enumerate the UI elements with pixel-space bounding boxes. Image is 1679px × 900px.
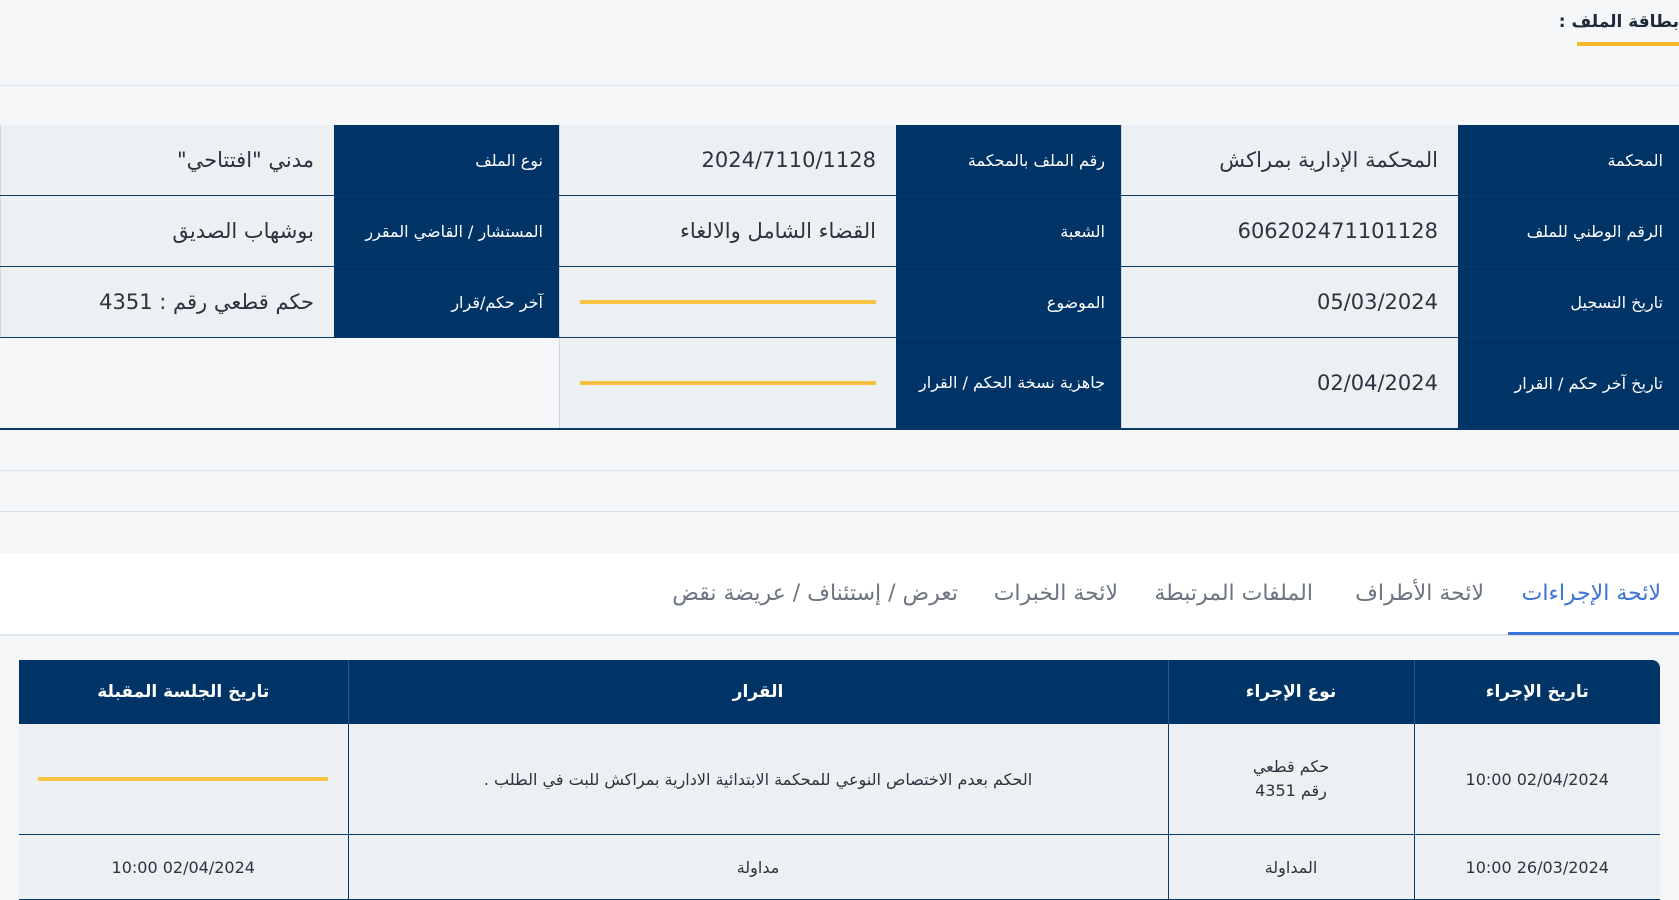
file-number-label: رقم الملف بالمحكمة: [896, 125, 1121, 195]
col-header-type[interactable]: نوع الإجراء: [1167, 660, 1414, 724]
info-row: تاريخ آخر حكم / القرار 02/04/2024 جاهزية…: [0, 338, 1679, 430]
procedure-next-session: 02/04/2024 10:00: [19, 834, 348, 900]
file-card-header: بطاقة الملف :: [0, 0, 1679, 86]
division-value: القضاء الشامل والالغاء: [559, 196, 896, 266]
copy-ready-value-empty: [559, 338, 896, 428]
file-info-grid: المحكمة المحكمة الإدارية بمراكش رقم المل…: [0, 125, 1679, 430]
procedure-date: 02/04/2024 10:00: [1413, 724, 1660, 835]
col-header-next-session[interactable]: تاريخ الجلسة المقبلة: [19, 660, 348, 724]
info-row: تاريخ التسجيل 05/03/2024 الموضوع آخر حكم…: [0, 267, 1679, 338]
divider: [0, 470, 1679, 471]
empty-cell: [0, 338, 559, 428]
last-ruling-value: حكم قطعي رقم : 4351: [0, 267, 334, 337]
procedure-type: المداولة: [1167, 834, 1414, 900]
court-value: المحكمة الإدارية بمراكش: [1121, 125, 1458, 195]
copy-ready-label: جاهزية نسخة الحكم / القرار: [896, 338, 1121, 428]
file-type-value: مدني "افتتاحي": [0, 125, 334, 195]
tabs-bar: لائحة الإجراءات لائحة الأطراف الملفات ال…: [0, 553, 1679, 636]
tab-procedures[interactable]: لائحة الإجراءات: [1522, 553, 1661, 634]
registration-date-value: 05/03/2024: [1121, 267, 1458, 337]
table-header-row: تاريخ الإجراء نوع الإجراء القرار تاريخ ا…: [19, 660, 1660, 724]
copy-ready-label-text: جاهزية نسخة الحكم / القرار: [919, 373, 1105, 392]
judge-label: المستشار / القاضي المقرر: [334, 196, 559, 266]
empty-indicator: [38, 777, 329, 781]
procedure-decision: مداولة: [347, 834, 1168, 900]
table-row: 26/03/2024 10:00 المداولة مداولة 02/04/2…: [19, 834, 1660, 900]
tab-expertise[interactable]: لائحة الخبرات: [994, 553, 1118, 634]
table-row: 02/04/2024 10:00 حكم قطعي رقم 4351 الحكم…: [19, 724, 1660, 835]
national-number-value: 606202471101128: [1121, 196, 1458, 266]
last-ruling-date-value: 02/04/2024: [1121, 338, 1458, 428]
division-label: الشعبة: [896, 196, 1121, 266]
empty-indicator: [580, 381, 876, 385]
subject-label: الموضوع: [896, 267, 1121, 337]
info-row: المحكمة المحكمة الإدارية بمراكش رقم المل…: [0, 125, 1679, 196]
registration-date-label: تاريخ التسجيل: [1458, 267, 1679, 337]
tab-appeals[interactable]: تعرض / إستئناف / عريضة نقض: [672, 553, 958, 634]
procedure-type: حكم قطعي رقم 4351: [1167, 724, 1414, 835]
procedure-type-line: حكم قطعي: [1252, 757, 1330, 776]
tab-related-files[interactable]: الملفات المرتبطة: [1154, 553, 1313, 634]
col-header-decision[interactable]: القرار: [347, 660, 1168, 724]
procedure-date: 26/03/2024 10:00: [1413, 834, 1660, 900]
procedure-type-line: رقم 4351: [1255, 781, 1327, 800]
last-ruling-label: آخر حكم/قرار: [334, 267, 559, 337]
file-card-title: بطاقة الملف :: [1558, 12, 1679, 32]
file-number-value: 2024/7110/1128: [559, 125, 896, 195]
last-ruling-date-label: تاريخ آخر حكم / القرار: [1458, 338, 1679, 428]
subject-value-empty: [559, 267, 896, 337]
info-row: الرقم الوطني للملف 606202471101128 الشعب…: [0, 196, 1679, 267]
active-tab-underline: [1508, 632, 1679, 635]
title-underline: [1577, 42, 1679, 46]
empty-indicator: [580, 300, 876, 304]
procedure-next-session: [19, 724, 348, 835]
procedures-panel: تاريخ الإجراء نوع الإجراء القرار تاريخ ا…: [0, 636, 1679, 900]
tab-parties[interactable]: لائحة الأطراف: [1355, 553, 1484, 634]
procedure-decision: الحكم بعدم الاختصاص النوعي للمحكمة الابت…: [347, 724, 1168, 835]
procedures-table: تاريخ الإجراء نوع الإجراء القرار تاريخ ا…: [19, 660, 1660, 900]
col-header-date[interactable]: تاريخ الإجراء: [1413, 660, 1660, 724]
judge-value: بوشهاب الصديق: [0, 196, 334, 266]
court-label: المحكمة: [1458, 125, 1679, 195]
file-type-label: نوع الملف: [334, 125, 559, 195]
divider: [0, 511, 1679, 512]
national-number-label: الرقم الوطني للملف: [1458, 196, 1679, 266]
